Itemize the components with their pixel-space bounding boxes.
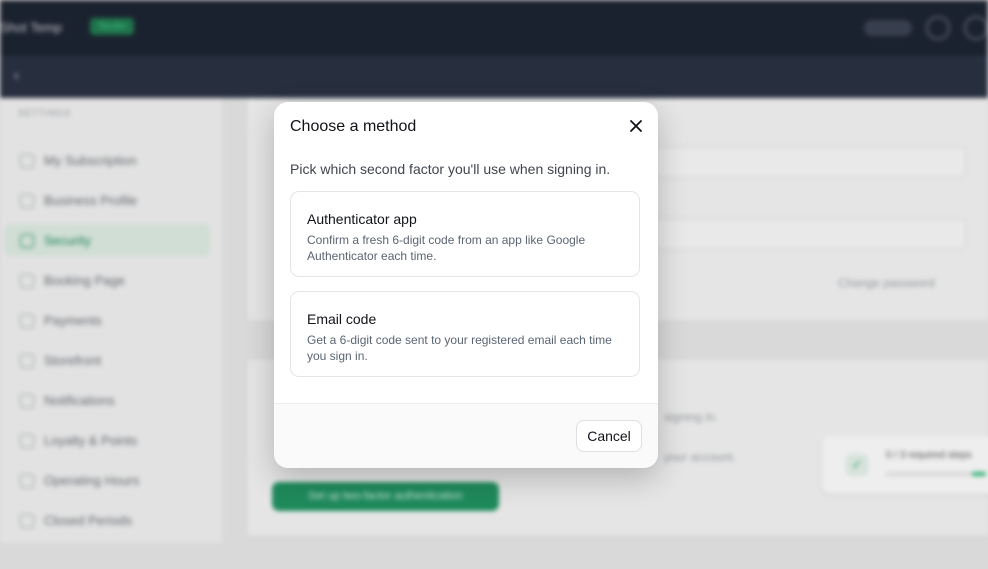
dialog-description: Pick which second factor you'll use when… — [290, 161, 611, 177]
choose-method-dialog: Choose a method Pick which second factor… — [274, 102, 658, 468]
cancel-button[interactable]: Cancel — [576, 420, 642, 452]
option-title: Email code — [307, 311, 377, 327]
dialog-footer: Cancel — [274, 403, 658, 468]
option-title: Authenticator app — [307, 211, 417, 227]
option-authenticator-app[interactable]: Authenticator app Confirm a fresh 6-digi… — [290, 191, 640, 277]
option-description: Confirm a fresh 6-digit code from an app… — [307, 233, 586, 263]
option-email-code[interactable]: Email code Get a 6-digit code sent to yo… — [290, 291, 640, 377]
close-button[interactable] — [625, 115, 647, 137]
dialog-title: Choose a method — [290, 118, 417, 135]
option-description: Get a 6-digit code sent to your register… — [307, 333, 612, 363]
close-icon — [630, 120, 642, 132]
